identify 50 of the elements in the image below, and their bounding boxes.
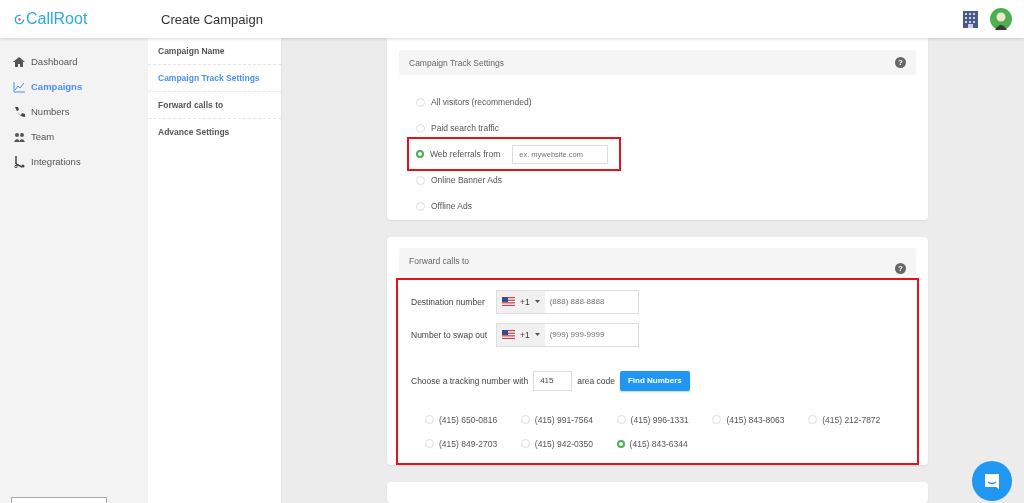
country-code-select[interactable]: +1 [497, 323, 545, 346]
radio-button[interactable] [416, 150, 424, 158]
tracking-label: Choose a tracking number with [411, 375, 529, 386]
sidebar-item[interactable]: Numbers [0, 99, 148, 124]
chat-button[interactable] [972, 461, 1012, 501]
phone-number[interactable]: (415) 650-0816 [439, 414, 498, 425]
avatar-icon[interactable] [990, 8, 1012, 30]
option-label[interactable]: Online Banner Ads [431, 175, 502, 185]
help-icon[interactable]: ? [895, 262, 906, 274]
phone-number[interactable]: (415) 991-7564 [534, 414, 593, 425]
card-title: Campaign Track Settings [409, 57, 504, 68]
field-label: Destination number [411, 296, 486, 307]
chart-icon [13, 80, 25, 93]
building-icon[interactable] [963, 10, 978, 28]
option-label[interactable]: Web referrals from [430, 149, 501, 159]
connector-icon [13, 155, 25, 168]
logo-icon [14, 13, 25, 25]
phone-number[interactable]: (415) 942-0350 [534, 438, 593, 449]
phone-number[interactable]: (415) 212-7872 [822, 414, 881, 425]
page-title: Create Campaign [161, 11, 263, 27]
option-label[interactable]: All visitors (recommended) [431, 97, 532, 107]
phone-number[interactable]: (415) 843-6344 [629, 438, 688, 449]
step-item[interactable]: Advance Settings [148, 119, 281, 145]
caret-icon [534, 300, 540, 304]
phone-field[interactable]: +1 (999) 999-9999 [496, 322, 639, 347]
phone-number[interactable]: (415) 843-8063 [726, 414, 785, 425]
sidebar-item[interactable]: Dashboard [0, 49, 148, 74]
step-item[interactable]: Forward calls to [148, 92, 281, 119]
phone-icon [13, 105, 25, 118]
field-label: Number to swap out [411, 329, 489, 340]
phone-field[interactable]: +1 (888) 888-8888 [496, 289, 639, 314]
option-label[interactable]: Paid search traffic [431, 123, 499, 133]
sidebar-item[interactable]: Team [0, 124, 148, 149]
caret-icon [534, 333, 540, 337]
area-code-label: area code [577, 375, 615, 386]
phone-number[interactable]: (415) 849-2703 [439, 438, 498, 449]
people-icon [13, 130, 25, 143]
flag-icon [502, 297, 515, 307]
area-code-field[interactable]: 415 [533, 370, 573, 391]
flag-icon [502, 330, 515, 340]
sidebar-item[interactable]: Integrations [0, 149, 148, 174]
card-title: Forward calls to [409, 255, 469, 266]
country-code-select[interactable]: +1 [497, 290, 545, 313]
chat-icon [983, 472, 1001, 490]
step-item[interactable]: Campaign Name [148, 38, 281, 65]
phone-number[interactable]: (415) 996-1331 [630, 414, 689, 425]
home-icon [13, 55, 25, 68]
help-icon[interactable]: ? [895, 57, 906, 68]
radio-button[interactable] [616, 439, 625, 448]
option-label[interactable]: Offline Ads [431, 201, 472, 211]
